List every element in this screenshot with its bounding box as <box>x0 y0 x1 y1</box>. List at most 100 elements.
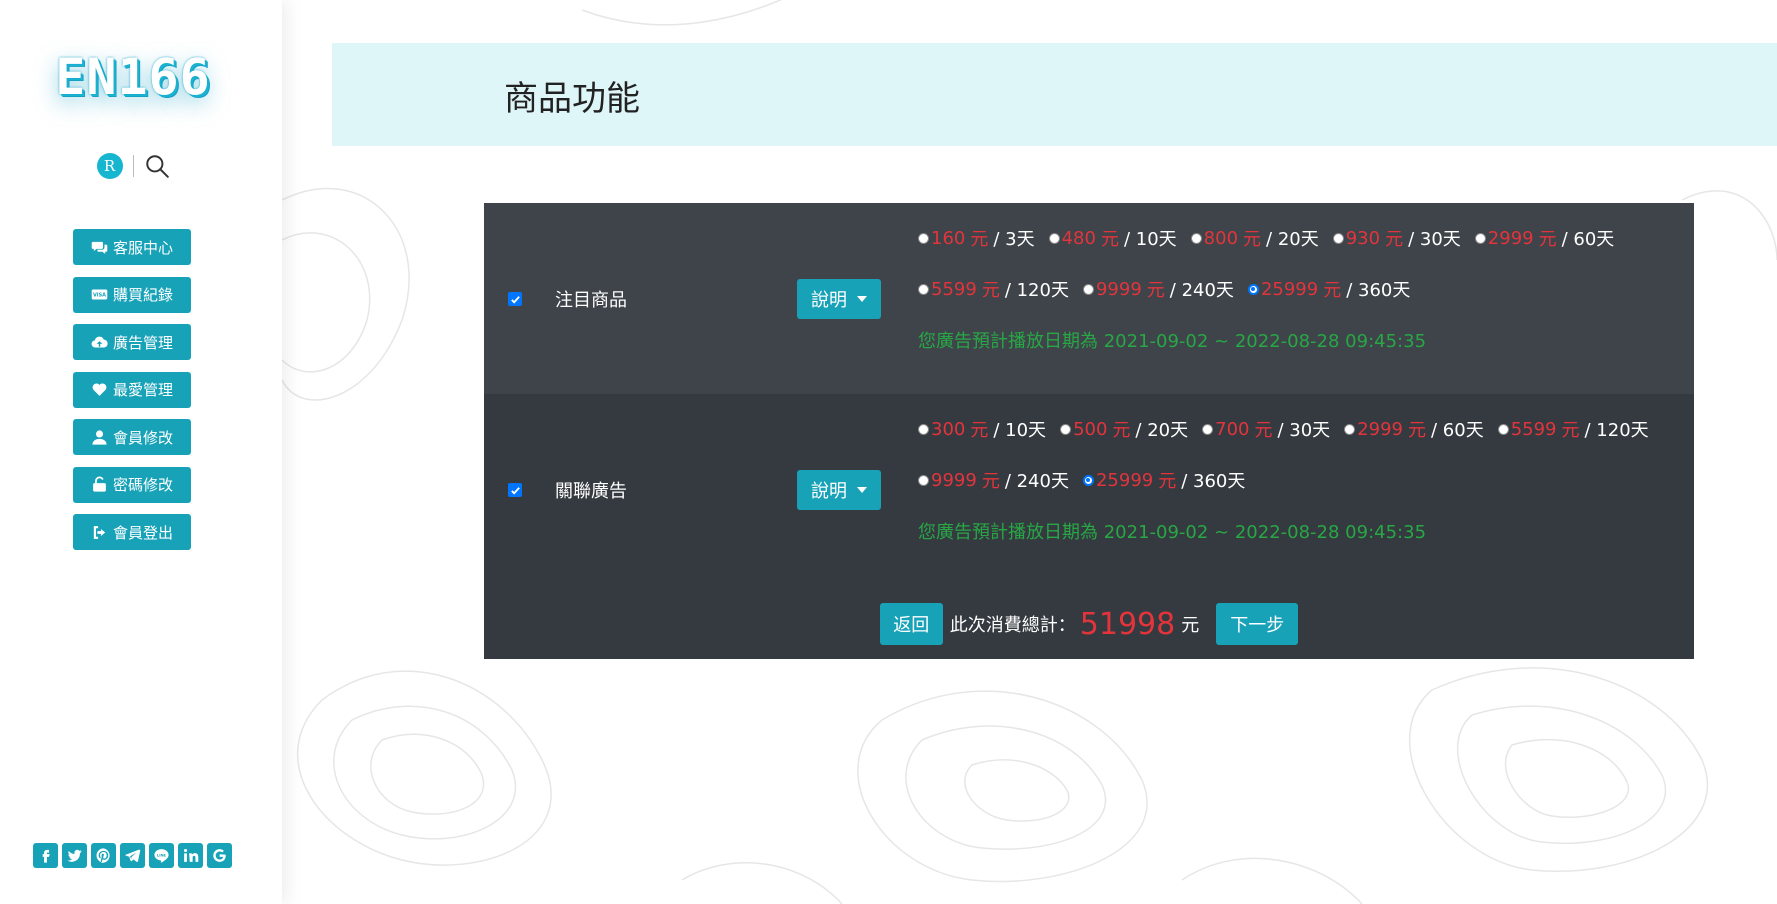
radio-button[interactable] <box>1048 232 1060 244</box>
twitter-icon[interactable] <box>62 843 87 868</box>
site-logo[interactable]: EN166 <box>0 48 266 106</box>
schedule-date-text: 您廣告預計播放日期為 2021-09-02 ~ 2022-08-28 09:45… <box>918 522 1427 543</box>
next-step-button[interactable]: 下一步 <box>1216 603 1299 645</box>
price-option[interactable]: 9999 元/ 240天 <box>1082 276 1234 302</box>
google-icon[interactable] <box>207 843 232 868</box>
option-unit: 元 <box>1538 229 1557 250</box>
option-unit: 元 <box>1158 471 1177 492</box>
option-price: 9999 <box>931 469 977 491</box>
option-price: 480 <box>1061 227 1096 249</box>
total-unit: 元 <box>1181 615 1200 636</box>
price-option-selected[interactable]: 25999 元/ 360天 <box>1082 467 1246 493</box>
option-period: / 240天 <box>1169 280 1234 301</box>
pinterest-icon[interactable] <box>91 843 116 868</box>
price-option[interactable]: 160 元/ 3天 <box>918 225 1035 251</box>
page-header: 商品功能 <box>332 43 1777 146</box>
radio-button[interactable] <box>918 232 929 244</box>
option-price: 800 <box>1203 227 1239 249</box>
radio-button[interactable] <box>918 423 929 435</box>
linkedin-icon[interactable] <box>178 843 203 868</box>
info-button-label: 說明 <box>811 290 847 311</box>
option-unit: 元 <box>981 471 1000 492</box>
price-option[interactable]: 5599 元/ 120天 <box>918 276 1069 302</box>
option-line-1: 300 元/ 10天 500 元/ 20天 700 元/ 30天 2999 元/ 60天… <box>918 416 1663 442</box>
radio-button[interactable] <box>1190 232 1202 244</box>
price-option[interactable]: 480 元/ 10天 <box>1048 225 1177 251</box>
price-option[interactable]: 9999 元/ 240天 <box>918 467 1069 493</box>
sidebar-item-purchase-history[interactable]: VISA 購買紀錄 <box>73 276 191 313</box>
option-price: 2999 <box>1487 227 1534 249</box>
search-icon[interactable] <box>144 153 170 179</box>
radio-button[interactable] <box>918 474 929 486</box>
line-icon[interactable]: LINE <box>149 843 174 868</box>
radio-button[interactable] <box>1344 423 1356 435</box>
radio-button[interactable] <box>1202 423 1214 435</box>
option-unit: 元 <box>1254 420 1273 441</box>
schedule-date-text: 您廣告預計播放日期為 2021-09-02 ~ 2022-08-28 09:45… <box>918 331 1427 352</box>
option-unit: 元 <box>1408 420 1426 441</box>
price-option-selected[interactable]: 25999 元/ 360天 <box>1247 276 1410 302</box>
total-label: 此次消費總計： <box>949 615 1076 636</box>
user-avatar[interactable]: R <box>96 153 123 179</box>
divider <box>132 155 134 177</box>
option-period: / 20天 <box>1135 420 1189 441</box>
heart-icon <box>92 383 107 396</box>
radio-button-selected[interactable] <box>1247 283 1259 295</box>
option-price: 25999 <box>1260 278 1319 300</box>
price-option[interactable]: 800 元/ 20天 <box>1190 225 1319 251</box>
user-icon <box>92 429 107 445</box>
price-option[interactable]: 930 元/ 30天 <box>1332 225 1461 251</box>
option-period: / 30天 <box>1408 229 1461 250</box>
radio-button[interactable] <box>1060 423 1072 435</box>
sidebar-item-label: 會員登出 <box>112 523 173 542</box>
facebook-icon[interactable] <box>33 843 58 868</box>
option-price: 5599 <box>1510 418 1557 440</box>
sidebar-item-edit-member[interactable]: 會員修改 <box>73 419 191 455</box>
product-checkbox[interactable] <box>508 292 522 306</box>
visa-card-icon: VISA <box>91 289 108 300</box>
price-option[interactable]: 5599 元/ 120天 <box>1497 416 1649 442</box>
sidebar-item-ad-management[interactable]: 廣告管理 <box>73 324 191 360</box>
sidebar-item-label: 會員修改 <box>112 428 173 447</box>
info-dropdown-button[interactable]: 說明 <box>797 279 881 319</box>
product-checkbox[interactable] <box>508 483 522 497</box>
radio-button-selected[interactable] <box>1082 474 1094 486</box>
option-unit: 元 <box>1112 420 1131 441</box>
option-period: / 240天 <box>1004 471 1069 492</box>
price-option[interactable]: 300 元/ 10天 <box>918 416 1046 442</box>
option-period: / 30天 <box>1277 420 1331 441</box>
radio-button[interactable] <box>1082 283 1094 295</box>
radio-button[interactable] <box>1332 232 1344 244</box>
sidebar-item-customer-service[interactable]: 客服中心 <box>73 229 191 265</box>
telegram-icon[interactable] <box>120 843 145 868</box>
radio-button[interactable] <box>1474 232 1486 244</box>
sidebar-item-label: 最愛管理 <box>112 381 173 399</box>
price-option[interactable]: 2999 元/ 60天 <box>1474 225 1614 251</box>
price-option[interactable]: 2999 元/ 60天 <box>1344 416 1484 442</box>
radio-button[interactable] <box>1497 423 1509 435</box>
option-unit: 元 <box>1100 229 1119 250</box>
sign-out-icon <box>93 525 106 539</box>
option-period: / 3天 <box>993 229 1035 250</box>
option-unit: 元 <box>970 420 989 441</box>
info-dropdown-button[interactable]: 說明 <box>797 470 881 510</box>
caret-down-icon <box>857 487 867 493</box>
option-price: 930 <box>1345 227 1381 249</box>
option-unit: 元 <box>1385 229 1404 250</box>
option-period: / 20天 <box>1266 229 1319 250</box>
back-button[interactable]: 返回 <box>879 603 943 645</box>
option-price: 700 <box>1215 418 1250 440</box>
option-period: / 360天 <box>1181 471 1246 492</box>
sidebar-item-favorites[interactable]: 最愛管理 <box>73 371 191 408</box>
product-row-featured: 注目商品 說明 160 元/ 3天 480 元/ 10天 800 元/ 20天 930… <box>484 203 1694 394</box>
unlock-icon <box>93 476 106 492</box>
option-period: / 10天 <box>993 420 1047 441</box>
option-price: 160 <box>931 227 966 249</box>
price-option[interactable]: 500 元/ 20天 <box>1060 416 1188 442</box>
product-options-panel: 注目商品 說明 160 元/ 3天 480 元/ 10天 800 元/ 20天 930… <box>484 203 1694 659</box>
radio-button[interactable] <box>918 283 929 295</box>
sidebar-item-change-password[interactable]: 密碼修改 <box>73 466 191 503</box>
price-option[interactable]: 700 元/ 30天 <box>1202 416 1330 442</box>
option-price: 5599 <box>931 278 977 300</box>
sidebar-item-logout[interactable]: 會員登出 <box>73 514 191 550</box>
